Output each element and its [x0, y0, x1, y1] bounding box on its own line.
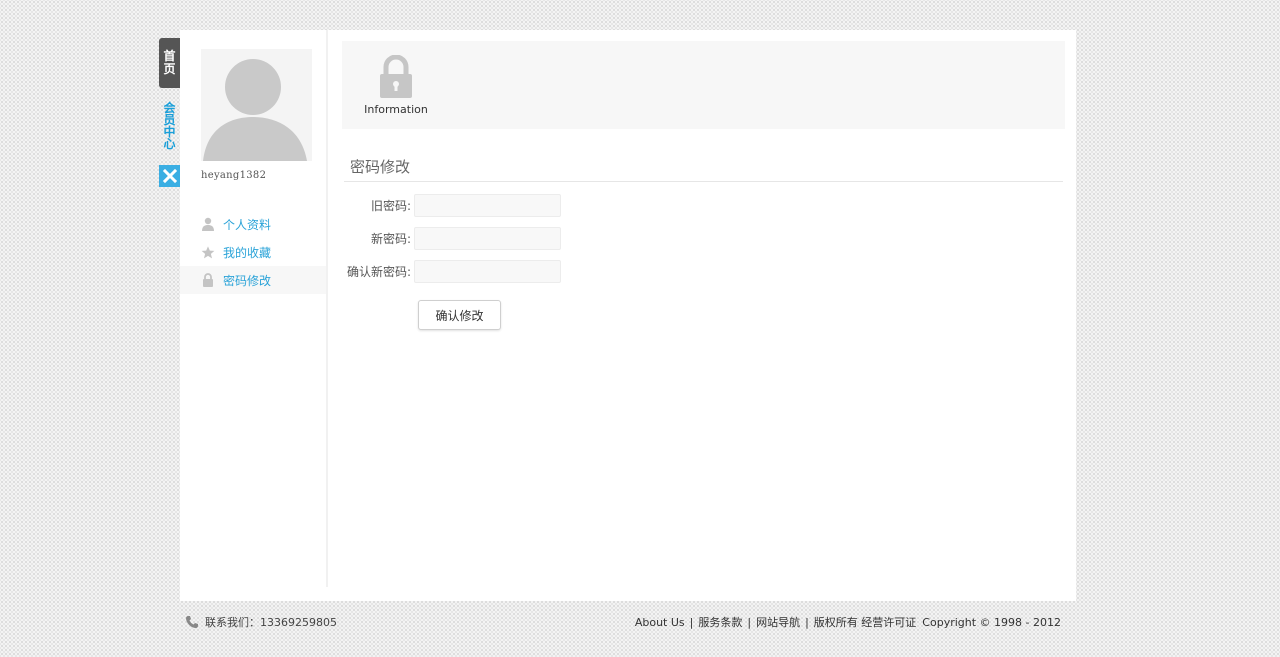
info-banner: Information	[342, 41, 1065, 129]
sidebar-item-label: 我的收藏	[223, 245, 272, 260]
home-tab[interactable]: 首 页	[159, 38, 180, 88]
lock-icon	[380, 55, 412, 98]
section-divider	[344, 181, 1063, 182]
star-icon	[201, 245, 215, 259]
footer-copyright: Copyright © 1998 - 2012	[922, 615, 1061, 629]
new-password-label: 新密码:	[370, 232, 411, 246]
avatar-placeholder-icon	[203, 59, 307, 161]
phone-icon	[185, 615, 199, 629]
member-tab-char-4: 心	[163, 137, 176, 151]
contact-phone: 13369259805	[260, 615, 337, 629]
sidebar: heyang1382 个人资料 我的收藏 密码修改	[180, 30, 328, 587]
contact-label: 联系我们：	[205, 616, 260, 629]
main-panel: heyang1382 个人资料 我的收藏 密码修改 Information 密码…	[180, 30, 1076, 601]
information-label: Information	[364, 103, 428, 116]
footer-separator: |	[805, 615, 809, 629]
sidebar-item-favorites[interactable]: 我的收藏	[180, 238, 326, 266]
lock-icon	[201, 273, 215, 287]
side-tabs: 首 页 会 员 中 心	[159, 38, 180, 187]
username: heyang1382	[201, 170, 267, 181]
member-center-tab[interactable]: 会 员 中 心	[159, 102, 180, 156]
footer-contact: 联系我们： 13369259805	[185, 614, 337, 630]
content-area: Information 密码修改 旧密码: 新密码: 确认新密码: 确认修改	[341, 30, 1076, 601]
close-tab-button[interactable]	[159, 165, 180, 187]
confirm-password-input[interactable]	[414, 260, 561, 283]
old-password-row: 旧密码:	[341, 194, 561, 217]
section-title: 密码修改	[350, 158, 411, 176]
footer-link-license[interactable]: 版权所有 经营许可证	[814, 614, 917, 630]
confirm-change-button[interactable]: 确认修改	[418, 300, 501, 330]
information-item[interactable]: Information	[360, 55, 432, 116]
close-icon	[162, 169, 177, 183]
footer-link-about[interactable]: About Us	[635, 616, 685, 629]
new-password-input[interactable]	[414, 227, 561, 250]
avatar	[201, 49, 312, 161]
footer-link-sitemap[interactable]: 网站导航	[756, 614, 800, 630]
footer-separator: |	[689, 615, 694, 629]
user-icon	[201, 217, 215, 231]
sidebar-item-password[interactable]: 密码修改	[180, 266, 326, 294]
sidebar-item-profile[interactable]: 个人资料	[180, 210, 326, 238]
footer-link-terms[interactable]: 服务条款	[698, 614, 742, 630]
sidebar-item-label: 密码修改	[223, 273, 272, 288]
footer-separator: |	[747, 615, 752, 629]
old-password-input[interactable]	[414, 194, 561, 217]
old-password-label: 旧密码:	[370, 199, 411, 213]
sidebar-item-label: 个人资料	[223, 217, 272, 232]
home-tab-char-2: 页	[163, 62, 176, 76]
confirm-password-label: 确认新密码:	[346, 265, 411, 279]
confirm-password-row: 确认新密码:	[341, 260, 561, 283]
sidebar-menu: 个人资料 我的收藏 密码修改	[180, 210, 326, 294]
footer-links: About Us | 服务条款 | 网站导航 | 版权所有 经营许可证 Copy…	[635, 614, 1061, 630]
new-password-row: 新密码:	[341, 227, 561, 250]
